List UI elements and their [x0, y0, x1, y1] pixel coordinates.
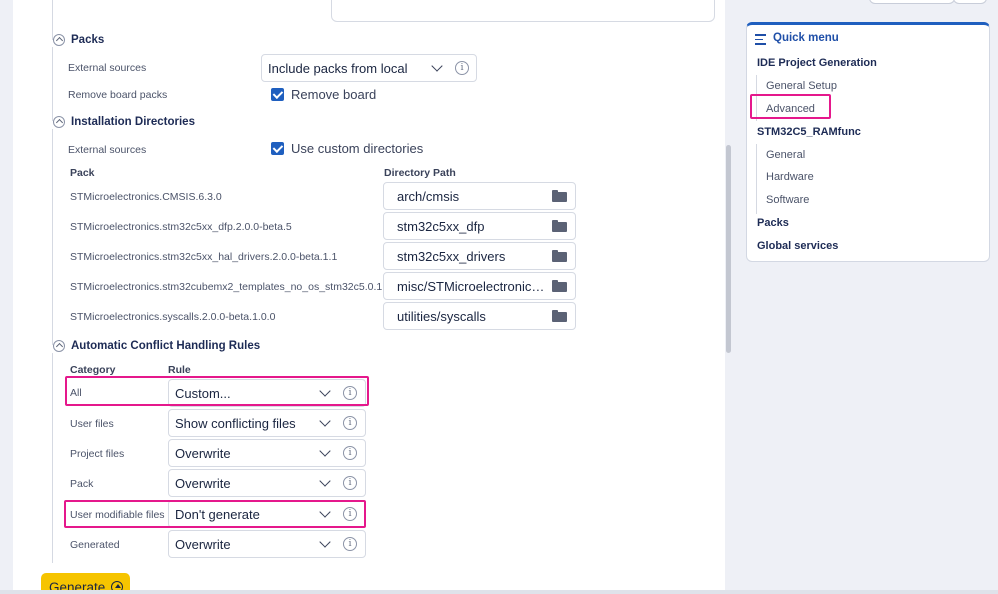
installation-external-sources-label: External sources	[68, 144, 147, 156]
quick-menu-item-hardware[interactable]: Hardware	[766, 171, 814, 183]
rule-select[interactable]: Overwrite i	[168, 530, 366, 558]
menu-list-icon	[755, 34, 766, 48]
folder-icon[interactable]	[552, 250, 567, 262]
scrollbar[interactable]	[726, 145, 731, 353]
info-icon[interactable]: i	[455, 61, 469, 75]
pack-name: STMicroelectronics.syscalls.2.0.0-beta.1…	[70, 311, 276, 323]
category-label: Pack	[70, 478, 94, 490]
rule-select[interactable]: Overwrite i	[168, 469, 366, 497]
quick-menu: Quick menu IDE Project Generation Genera…	[746, 22, 990, 262]
conflict-collapse-icon[interactable]	[53, 340, 65, 352]
quick-menu-item-general-setup[interactable]: General Setup	[766, 80, 837, 92]
category-label: Generated	[70, 539, 120, 551]
info-icon[interactable]: i	[343, 476, 357, 490]
directory-path-field[interactable]: stm32c5xx_dfp	[383, 212, 576, 240]
directory-path-value: utilities/syscalls	[397, 308, 486, 324]
pack-name: STMicroelectronics.stm32c5xx_dfp.2.0.0-b…	[70, 221, 292, 233]
directory-path-value: stm32c5xx_dfp	[397, 218, 485, 234]
quick-menu-item-general[interactable]: General	[766, 149, 805, 161]
rule-select[interactable]: Overwrite i	[168, 439, 366, 467]
tree-line	[52, 0, 53, 40]
pack-column-header: Pack	[70, 167, 95, 179]
directory-path-field[interactable]: misc/STMicroelectronics...	[383, 272, 576, 300]
top-input-field[interactable]	[331, 0, 715, 22]
quick-menu-title: Quick menu	[773, 32, 839, 44]
quick-menu-item-software[interactable]: Software	[766, 194, 809, 206]
top-action-button[interactable]	[869, 0, 955, 4]
use-custom-directories-checkbox[interactable]	[271, 142, 284, 155]
external-sources-select[interactable]: Include packs from local i	[261, 54, 477, 82]
folder-icon[interactable]	[552, 280, 567, 292]
chevron-down-icon	[319, 475, 331, 487]
info-icon[interactable]: i	[343, 416, 357, 430]
info-icon[interactable]: i	[343, 537, 357, 551]
top-menu-button[interactable]	[953, 0, 987, 4]
pack-name: STMicroelectronics.stm32cubemx2_template…	[70, 281, 391, 293]
highlight-all-row	[65, 376, 369, 406]
folder-icon[interactable]	[552, 220, 567, 232]
chevron-down-icon	[431, 60, 443, 72]
rule-value: Show conflicting files	[175, 415, 296, 431]
folder-icon[interactable]	[552, 190, 567, 202]
highlight-user-modifiable-row	[64, 500, 366, 528]
directory-path-field[interactable]: stm32c5xx_drivers	[383, 242, 576, 270]
quick-menu-section-project[interactable]: STM32C5_RAMfunc	[757, 126, 861, 138]
installation-section-title: Installation Directories	[71, 116, 195, 128]
external-sources-label: External sources	[68, 62, 147, 74]
pack-name: STMicroelectronics.stm32c5xx_hal_drivers…	[70, 251, 338, 263]
directory-path-value: stm32c5xx_drivers	[397, 248, 506, 264]
tree-line	[756, 144, 757, 214]
chevron-down-icon	[319, 445, 331, 457]
highlight-advanced-item	[750, 94, 831, 119]
category-label: User files	[70, 418, 114, 430]
tree-line	[52, 353, 53, 563]
folder-icon[interactable]	[552, 310, 567, 322]
category-column-header: Category	[70, 364, 116, 376]
directory-path-column-header: Directory Path	[384, 167, 456, 179]
rule-value: Overwrite	[175, 475, 231, 491]
bottom-strip	[0, 590, 998, 594]
rule-value: Overwrite	[175, 445, 231, 461]
external-sources-value: Include packs from local	[268, 60, 408, 76]
rule-column-header: Rule	[168, 364, 191, 376]
category-label: Project files	[70, 448, 125, 460]
remove-board-checkbox[interactable]	[271, 88, 284, 101]
directory-path-value: misc/STMicroelectronics...	[397, 278, 546, 294]
use-custom-directories-label: Use custom directories	[291, 141, 424, 156]
quick-menu-section-ide[interactable]: IDE Project Generation	[757, 57, 877, 69]
quick-menu-section-global-services[interactable]: Global services	[757, 240, 838, 252]
tree-line	[52, 129, 53, 345]
rule-value: Overwrite	[175, 536, 231, 552]
directory-path-value: arch/cmsis	[397, 188, 460, 204]
info-icon[interactable]: i	[343, 446, 357, 460]
packs-collapse-icon[interactable]	[53, 34, 65, 46]
installation-collapse-icon[interactable]	[53, 116, 65, 128]
chevron-down-icon	[319, 536, 331, 548]
remove-board-checkbox-label: Remove board	[291, 87, 377, 102]
remove-board-packs-label: Remove board packs	[68, 89, 168, 101]
packs-section-title: Packs	[71, 34, 105, 46]
directory-path-field[interactable]: utilities/syscalls	[383, 302, 576, 330]
directory-path-field[interactable]: arch/cmsis	[383, 182, 576, 210]
conflict-section-title: Automatic Conflict Handling Rules	[71, 340, 261, 352]
rule-select[interactable]: Show conflicting files i	[168, 409, 366, 437]
quick-menu-section-packs[interactable]: Packs	[757, 217, 789, 229]
pack-name: STMicroelectronics.CMSIS.6.3.0	[70, 191, 222, 203]
tree-line	[52, 47, 53, 121]
chevron-down-icon	[319, 415, 331, 427]
